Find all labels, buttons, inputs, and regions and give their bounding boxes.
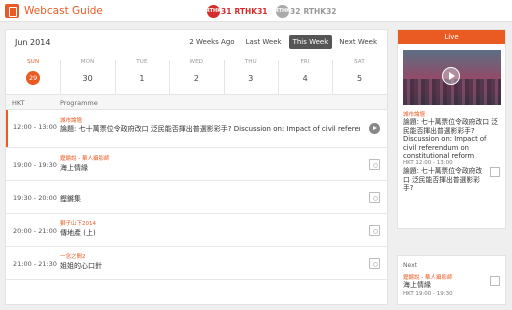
next-title: 海上情緣 (403, 281, 431, 289)
app-logo-icon (5, 4, 19, 18)
time-column-header: HKT (12, 99, 25, 107)
reminder-icon[interactable] (369, 258, 380, 269)
row-time: 19:30 - 20:00 (13, 194, 57, 202)
reminder-icon[interactable] (490, 167, 500, 177)
programme-column-header: Programme (60, 99, 98, 107)
live-category: 城市論壇 (403, 112, 426, 118)
schedule-row[interactable]: 20:00 - 21:00 獅子山下2014 傳地產 (上) (6, 214, 387, 247)
day-number: 4 (302, 74, 308, 83)
schedule-panel: Jun 2014 2 Weeks Ago Last Week This Week… (5, 29, 388, 305)
schedule-row[interactable]: 21:00 - 21:30 一念之間2 姐姐的心口針 (6, 247, 387, 280)
nav-this-week[interactable]: This Week (288, 35, 333, 49)
day-number: 29 (26, 71, 41, 85)
app-title: Webcast Guide (24, 5, 103, 17)
nav-next-week[interactable]: Next Week (335, 35, 381, 49)
reminder-icon[interactable] (369, 159, 380, 170)
top-bar: Webcast Guide RTHK 31 RTHK31 RTHK 32 RTH… (0, 0, 512, 22)
reminder-icon[interactable] (490, 276, 500, 286)
row-title: 姐姐的心口針 (60, 262, 102, 270)
channel-number: 31 (221, 6, 232, 16)
play-icon[interactable] (442, 67, 460, 85)
day-number: 30 (82, 74, 93, 83)
day-number: 2 (193, 74, 199, 83)
live-time: HKT 12:00 - 13:00 (403, 160, 453, 166)
schedule-row[interactable]: 12:00 - 13:00 城市論壇 論題: 七十萬票位令政府改口 泛民能否揮出… (6, 110, 387, 148)
channel-name: RTHK32 (303, 6, 337, 16)
row-title: 海上情緣 (60, 164, 88, 172)
channel-name: RTHK31 (234, 6, 268, 16)
day-number: 1 (139, 74, 145, 83)
channel-number: 32 (290, 6, 301, 16)
play-icon[interactable] (369, 123, 380, 134)
live-title: 論題: 七十萬票位令政府改口 泛民能否揮出普選影彩手? Discussion o… (403, 118, 498, 160)
live-panel: Live 城市論壇 論題: 七十萬票位令政府改口 泛民能否揮出普選影彩手? Di… (397, 29, 506, 229)
channel-tab-rthk32[interactable]: RTHK 32 RTHK32 (275, 4, 337, 18)
day-label: TUE (136, 59, 148, 65)
rthk-badge-icon: RTHK (206, 4, 221, 18)
month-label: Jun 2014 (15, 38, 51, 47)
row-time: 12:00 - 13:00 (13, 123, 57, 131)
row-category: 一念之間2 (60, 254, 86, 260)
day-number: 5 (356, 74, 363, 83)
day-label: WED (189, 59, 204, 65)
row-category: 獅子山下2014 (60, 221, 96, 227)
row-time: 21:00 - 21:30 (13, 260, 57, 268)
day-label: SAT (354, 59, 365, 65)
nav-last-week[interactable]: Last Week (242, 35, 286, 49)
day-number: 3 (248, 74, 254, 83)
rthk-badge-icon: RTHK (275, 4, 290, 18)
live-description: 論題: 七十萬票位令政府改口 泛民能否揮出普選影彩手? (403, 167, 483, 192)
channel-tab-rthk31[interactable]: RTHK 31 RTHK31 (206, 4, 268, 18)
row-title: 鏗鏘集 (60, 195, 81, 203)
schedule-header: HKT Programme (6, 94, 387, 110)
reminder-icon[interactable] (369, 225, 380, 236)
reminder-icon[interactable] (369, 192, 380, 203)
schedule-rows: 12:00 - 13:00 城市論壇 論題: 七十萬票位令政府改口 泛民能否揮出… (6, 110, 387, 280)
next-time: HKT 19:00 - 19:30 (403, 291, 453, 297)
row-time: 20:00 - 21:00 (13, 227, 57, 235)
live-video-thumbnail[interactable] (403, 50, 501, 105)
nav-2-weeks-ago[interactable]: 2 Weeks Ago (185, 35, 238, 49)
schedule-row[interactable]: 19:30 - 20:00 鏗鏘集 (6, 181, 387, 214)
day-label: THU (244, 59, 257, 65)
day-label: FRI (300, 59, 310, 65)
next-label: Next (403, 262, 417, 269)
row-category: 城市論壇 (60, 118, 83, 124)
week-navigation: 2 Weeks Ago Last Week This Week Next Wee… (185, 35, 381, 49)
row-title: 傳地產 (上) (60, 229, 96, 237)
row-category: 鏗鏘說 - 華人攝影師 (60, 156, 110, 162)
next-panel: Next 鏗鏘說 - 華人攝影師 海上情緣 HKT 19:00 - 19:30 (397, 255, 506, 305)
live-header: Live (398, 30, 505, 44)
schedule-row[interactable]: 19:00 - 19:30 鏗鏘說 - 華人攝影師 海上情緣 (6, 148, 387, 181)
row-title: 論題: 七十萬票位令政府改口 泛民能否揮出普選影彩手? Discussion o… (60, 125, 360, 133)
row-time: 19:00 - 19:30 (13, 161, 57, 169)
day-label: MON (80, 59, 95, 65)
day-label: SUN (27, 59, 40, 65)
